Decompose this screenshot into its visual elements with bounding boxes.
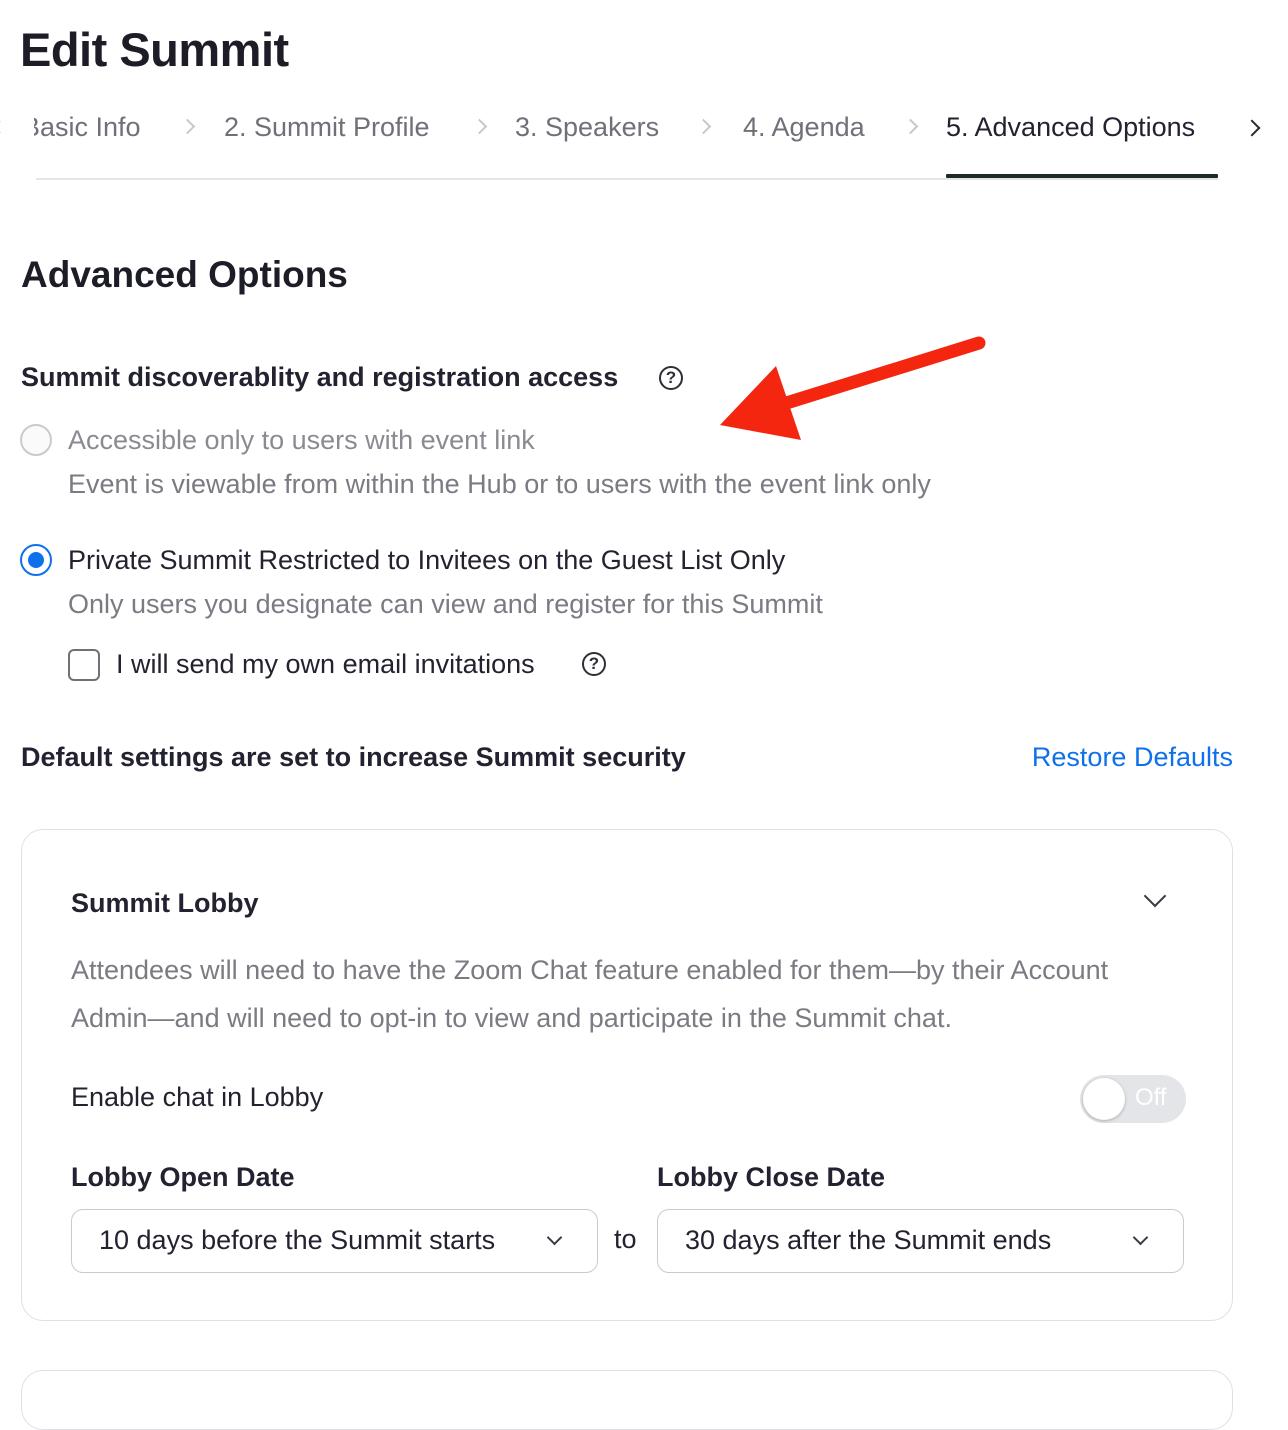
discoverability-label: Summit discoverablity and registration a… (21, 362, 619, 392)
own-invitations-label[interactable]: I will send my own email invitations (116, 649, 535, 680)
chevron-right-icon (471, 118, 488, 135)
card-description: Attendees will need to have the Zoom Cha… (71, 955, 1109, 1033)
step-agenda[interactable]: 4. Agenda (743, 112, 865, 143)
lobby-open-date-select[interactable]: 10 days before the Summit starts (71, 1209, 598, 1273)
chevron-down-icon (1132, 1229, 1149, 1246)
radio-private-summit[interactable] (20, 544, 52, 576)
stepper-scroll-left-icon[interactable] (0, 112, 6, 142)
radio-private-summit-description: Only users you designate can view and re… (68, 589, 823, 619)
card-title: Summit Lobby (71, 888, 259, 918)
step-advanced-options[interactable]: 5. Advanced Options (946, 112, 1195, 143)
wizard-stepper: Basic Info 2. Summit Profile 3. Speakers… (0, 100, 1288, 182)
section-title: Advanced Options (21, 254, 348, 295)
arrow-shaft (773, 336, 986, 412)
chevron-right-icon (902, 118, 919, 135)
restore-defaults-link[interactable]: Restore Defaults (1032, 742, 1233, 773)
chevron-down-icon (546, 1229, 563, 1246)
toggle-knob (1083, 1078, 1125, 1120)
page-title: Edit Summit (20, 23, 289, 76)
own-invitations-checkbox[interactable] (68, 649, 100, 681)
arrow-head (720, 366, 801, 440)
enable-chat-label: Enable chat in Lobby (71, 1082, 324, 1112)
defaults-label: Default settings are set to increase Sum… (21, 742, 686, 772)
radio-private-summit-label[interactable]: Private Summit Restricted to Invitees on… (68, 545, 785, 576)
select-value: 30 days after the Summit ends (685, 1225, 1052, 1255)
radio-event-link[interactable] (20, 424, 52, 456)
help-icon[interactable]: ? (582, 652, 606, 676)
help-icon[interactable]: ? (659, 366, 683, 390)
to-label: to (614, 1224, 637, 1254)
active-step-indicator (946, 174, 1218, 178)
stepper-baseline (36, 178, 1218, 180)
lobby-close-date-select[interactable]: 30 days after the Summit ends (657, 1209, 1184, 1273)
stepper-scroll-right-icon[interactable] (1243, 119, 1261, 137)
radio-event-link-label[interactable]: Accessible only to users with event link (68, 425, 535, 456)
enable-chat-toggle[interactable]: Off (1080, 1075, 1186, 1123)
step-speakers[interactable]: 3. Speakers (515, 112, 659, 143)
lobby-open-date-label: Lobby Open Date (71, 1162, 295, 1192)
next-settings-card (21, 1370, 1233, 1430)
lobby-close-date-label: Lobby Close Date (657, 1162, 886, 1192)
select-value: 10 days before the Summit starts (99, 1225, 496, 1255)
chevron-right-icon (179, 118, 196, 135)
summit-lobby-card: Summit Lobby Attendees will need to have… (21, 829, 1233, 1321)
step-basic-info[interactable]: Basic Info (34, 112, 141, 143)
toggle-state-text: Off (1135, 1084, 1167, 1111)
radio-event-link-description: Event is viewable from within the Hub or… (68, 469, 931, 499)
chevron-down-icon[interactable] (1143, 884, 1167, 908)
chevron-right-icon (695, 118, 712, 135)
step-summit-profile[interactable]: 2. Summit Profile (224, 112, 430, 143)
